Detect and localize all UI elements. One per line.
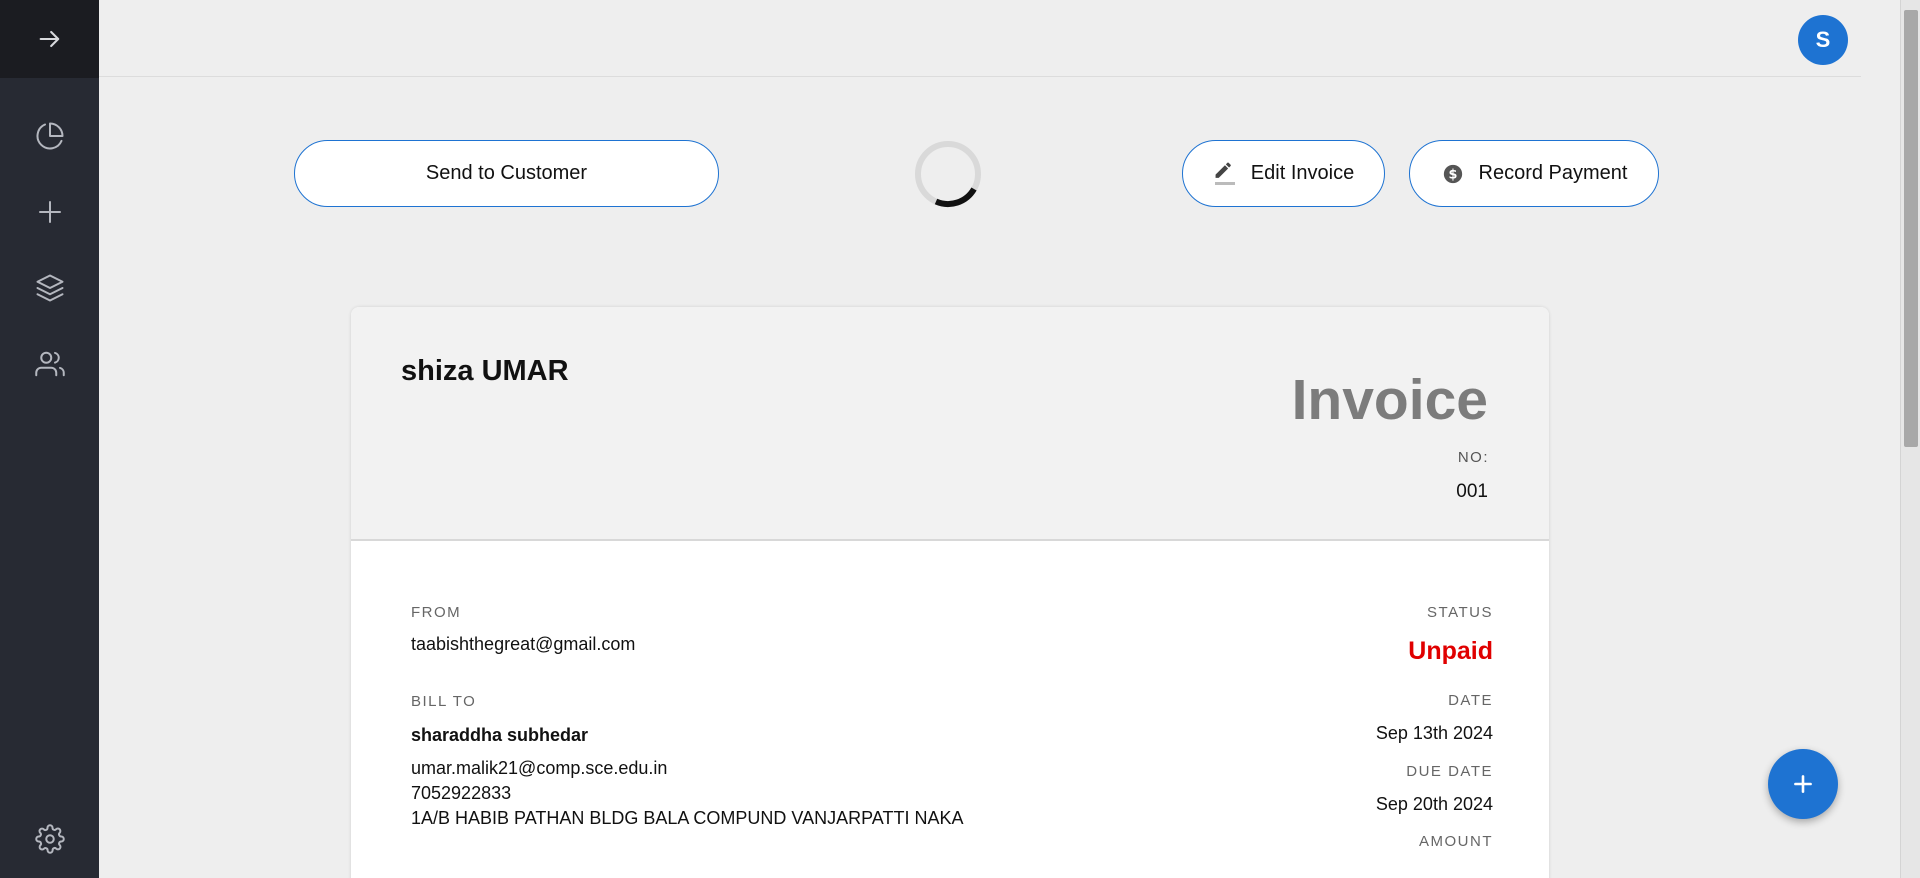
client-phone: 7052922833 <box>411 783 512 803</box>
record-payment-label: Record Payment <box>1478 162 1628 184</box>
settings-icon <box>34 824 65 854</box>
send-to-customer-button[interactable]: Send to Customer <box>294 140 719 207</box>
arrow-right-icon <box>39 30 59 48</box>
sidebar-item-invoices[interactable] <box>0 260 99 316</box>
invoice-header: shiza UMAR Invoice NO: 001 <box>351 307 1549 541</box>
due-date: Sep 20th 2024 <box>1375 794 1493 814</box>
sidebar-item-dashboard[interactable] <box>0 108 99 164</box>
record-payment-button[interactable]: $ Record Payment <box>1409 140 1659 207</box>
business-name: shiza UMAR <box>401 355 569 387</box>
sidebar-item-settings[interactable] <box>0 811 99 867</box>
invoice-number-label: NO: <box>1457 449 1489 466</box>
dollar-circle-icon: $ <box>1441 162 1465 186</box>
invoice-date: Sep 13th 2024 <box>1375 723 1493 743</box>
client-email: umar.malik21@comp.sce.edu.in <box>411 758 668 778</box>
amount-label: AMOUNT <box>1419 833 1493 850</box>
avatar[interactable]: S <box>1798 15 1848 65</box>
scroll-thumb[interactable] <box>1904 10 1918 447</box>
sidebar <box>0 0 99 878</box>
from-label: FROM <box>411 604 462 621</box>
sidebar-toggle[interactable] <box>0 0 99 78</box>
pie-chart-icon <box>36 122 63 150</box>
from-email: taabishthegreat@gmail.com <box>411 634 636 654</box>
plus-icon <box>38 201 61 223</box>
edit-invoice-button[interactable]: Edit Invoice <box>1182 140 1385 207</box>
due-date-label: DUE DATE <box>1406 763 1493 780</box>
layers-icon <box>36 274 63 302</box>
pencil-icon <box>1213 162 1237 186</box>
add-fab-button[interactable] <box>1768 749 1838 819</box>
invoice-number: 001 <box>1456 481 1488 502</box>
scrollbar[interactable] <box>1900 0 1920 878</box>
sidebar-item-customers[interactable] <box>0 336 99 392</box>
send-to-customer-label: Send to Customer <box>425 162 588 184</box>
client-name: sharaddha subhedar <box>411 725 589 745</box>
status-label: STATUS <box>1427 604 1493 621</box>
client-address: 1A/B HABIB PATHAN BLDG BALA COMPUND VANJ… <box>411 808 964 828</box>
top-bar <box>99 0 1861 77</box>
edit-invoice-label: Edit Invoice <box>1250 162 1355 184</box>
plus-icon <box>1794 775 1812 793</box>
invoice-title: Invoice <box>1291 368 1488 432</box>
invoice-card: shiza UMAR Invoice NO: 001 FROM taabisht… <box>351 307 1549 878</box>
date-label: DATE <box>1448 692 1493 709</box>
sidebar-item-create[interactable] <box>0 184 99 240</box>
loading-spinner-icon <box>915 141 981 207</box>
bill-to-label: BILL TO <box>411 693 477 710</box>
users-icon <box>34 351 65 377</box>
status-badge: Unpaid <box>1408 637 1493 665</box>
svg-text:$: $ <box>1448 167 1457 182</box>
